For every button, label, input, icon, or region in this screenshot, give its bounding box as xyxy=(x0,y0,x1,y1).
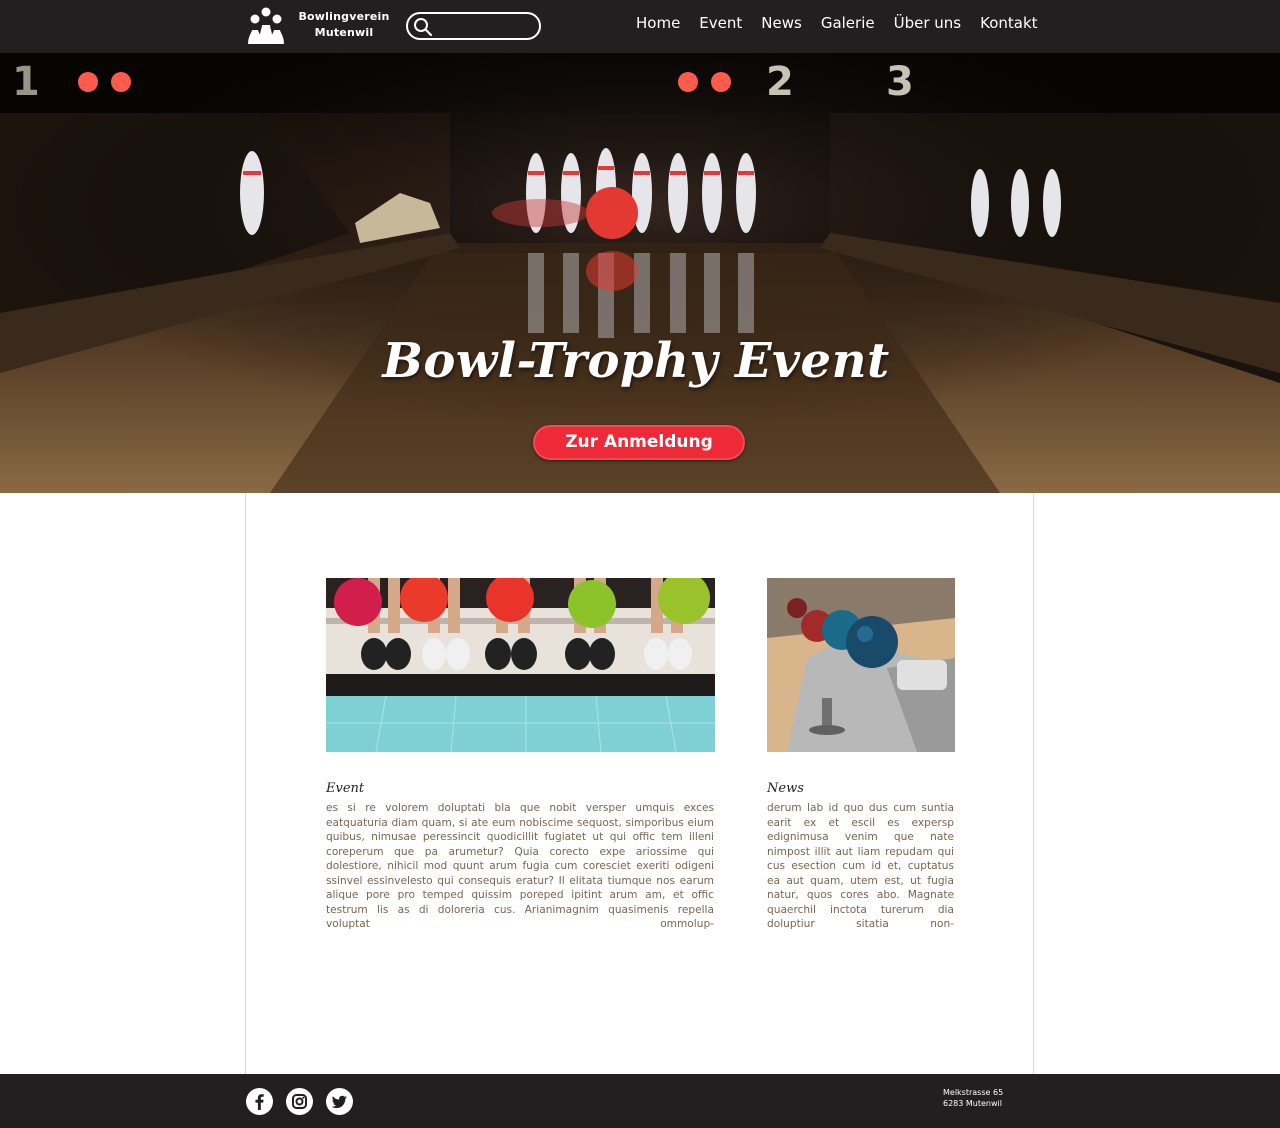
instagram-icon xyxy=(292,1094,307,1109)
lane-number-1: 1 xyxy=(12,59,40,105)
search-box[interactable] xyxy=(406,12,541,40)
site-header: Bowlingverein Mutenwil Home Event News G… xyxy=(0,0,1280,53)
hero-title: Bowl-Trophy Event xyxy=(382,333,890,389)
facebook-icon xyxy=(255,1094,264,1110)
address-street: Melkstrasse 65 xyxy=(943,1088,1004,1097)
facebook-link[interactable] xyxy=(246,1088,273,1115)
event-title[interactable]: Event xyxy=(326,781,364,796)
bowling-pins-logo-icon xyxy=(248,7,284,44)
logo-text: Bowlingverein Mutenwil xyxy=(294,9,394,41)
lane-number-3: 3 xyxy=(886,59,914,105)
bowling-balls-feet-photo xyxy=(326,578,715,752)
main-nav: Home Event News Galerie Über uns Kontakt xyxy=(636,14,1038,32)
twitter-link[interactable] xyxy=(326,1088,353,1115)
logo-line-2: Mutenwil xyxy=(314,26,374,39)
nav-news[interactable]: News xyxy=(761,14,802,32)
nav-ueber-uns[interactable]: Über uns xyxy=(894,14,962,32)
hero-banner: 1 2 3 Bowl-Trophy Event Zur Anmeldung xyxy=(0,53,1280,493)
twitter-icon xyxy=(331,1095,347,1109)
nav-home[interactable]: Home xyxy=(636,14,680,32)
lane-number-2: 2 xyxy=(766,59,794,105)
site-footer: Melkstrasse 65 6283 Mutenwil xyxy=(0,1074,1280,1128)
logo-line-1: Bowlingverein xyxy=(298,10,390,23)
event-text: es si re volorem doluptati bla que nobit… xyxy=(326,802,714,930)
registration-button[interactable]: Zur Anmeldung xyxy=(533,425,745,460)
bowling-ball-return-photo xyxy=(767,578,955,752)
site-logo[interactable]: Bowlingverein Mutenwil xyxy=(246,6,396,46)
address-city: 6283 Mutenwil xyxy=(943,1099,1002,1108)
instagram-link[interactable] xyxy=(286,1088,313,1115)
nav-kontakt[interactable]: Kontakt xyxy=(980,14,1037,32)
news-title[interactable]: News xyxy=(767,781,804,796)
footer-address: Melkstrasse 65 6283 Mutenwil xyxy=(943,1087,1003,1109)
main-content: Event es si re volorem doluptati bla que… xyxy=(245,493,1034,1074)
event-image[interactable] xyxy=(326,578,715,752)
search-input[interactable] xyxy=(436,17,534,35)
news-image[interactable] xyxy=(767,578,955,752)
nav-galerie[interactable]: Galerie xyxy=(821,14,875,32)
news-text: derum lab id quo dus cum suntia earit ex… xyxy=(767,802,954,930)
search-icon[interactable] xyxy=(413,17,433,37)
nav-event[interactable]: Event xyxy=(699,14,742,32)
